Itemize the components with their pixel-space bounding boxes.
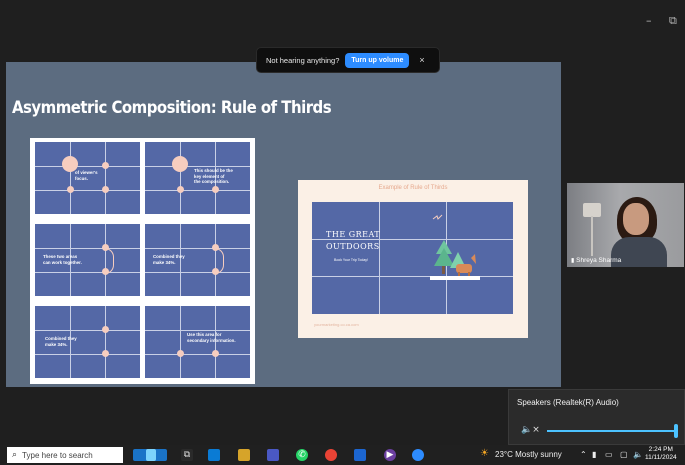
task-view-icon[interactable] xyxy=(146,449,156,461)
close-icon[interactable]: × xyxy=(419,55,424,65)
focus-point xyxy=(172,156,188,172)
panel-text: This should be the key element of the co… xyxy=(194,168,233,184)
taskbar-clock[interactable]: 2:24 PM 11/11/2024 xyxy=(645,446,677,462)
poster-headline-1: THE GREAT xyxy=(326,230,381,239)
panel-text: of viewer's focus. xyxy=(75,170,98,181)
participant-face xyxy=(623,203,649,235)
outlook-icon[interactable] xyxy=(354,449,366,461)
panel-text: These two areas can work together. xyxy=(43,254,82,265)
example-footer: yourmarketing.co.ca.com xyxy=(314,322,359,327)
bar-signal-icon: ▮ xyxy=(571,258,575,264)
display-icon[interactable]: ▢ xyxy=(620,450,628,459)
lamp-shape xyxy=(583,203,601,217)
weather-icon: ☀ xyxy=(480,448,489,459)
taskbar-search-box[interactable]: ⌕ Type here to search xyxy=(7,447,123,463)
minimize-button[interactable]: – xyxy=(646,14,652,27)
audio-notification-banner: Not hearing anything? Turn up volume × xyxy=(256,47,440,73)
example-caption: Example of Rule of Thirds xyxy=(378,185,448,191)
tree-deer-illustration xyxy=(430,240,480,280)
search-placeholder: Type here to search xyxy=(22,450,93,460)
tray-overflow-icon[interactable]: ⌃ xyxy=(580,450,587,459)
participant-video-tile[interactable]: ▮ Shreya Sharma xyxy=(567,183,684,267)
thirds-panel-6: Use this area for secondary information. xyxy=(145,306,250,378)
thirds-panel-2: This should be the key element of the co… xyxy=(145,142,250,214)
media-player-icon[interactable]: ▶ xyxy=(384,449,396,461)
battery-icon[interactable]: ▭ xyxy=(605,450,613,459)
speakers-label: Speakers (Realtek(R) Audio) xyxy=(517,398,619,407)
banner-message: Not hearing anything? xyxy=(266,55,340,65)
search-icon: ⌕ xyxy=(12,450,18,460)
volume-slider-track[interactable] xyxy=(547,430,677,432)
store-icon[interactable] xyxy=(208,449,220,461)
file-explorer-icon[interactable] xyxy=(238,449,250,461)
participant-name-text: Shreya Sharma xyxy=(576,257,622,264)
speaker-mute-icon[interactable]: 🔈× xyxy=(521,425,540,435)
restore-button[interactable]: ⧉ xyxy=(669,14,677,28)
whatsapp-icon[interactable]: ✆ xyxy=(296,449,308,461)
zoom-meeting-window: – ⧉ Asymmetric Composition: Rule of Thir… xyxy=(0,0,685,465)
speakers-volume-flyout: Speakers (Realtek(R) Audio) 🔈× xyxy=(508,389,685,445)
panel-text: Combined they make 34%. xyxy=(153,254,185,265)
thirds-panel-1: of viewer's focus. xyxy=(35,142,140,214)
poster-subline: Book Your Trip Today! xyxy=(334,258,368,262)
zoom-icon[interactable] xyxy=(412,449,424,461)
thirds-panel-3: These two areas can work together. xyxy=(35,224,140,296)
clock-time: 2:24 PM xyxy=(648,446,673,453)
participant-name: ▮ Shreya Sharma xyxy=(571,257,621,264)
windows-taskbar: ⌕ Type here to search ⧉ ✆ ▶ ☀ 23°C Mostl… xyxy=(0,445,685,465)
panel-text: Use this area for secondary information. xyxy=(187,332,236,343)
clock-date: 11/11/2024 xyxy=(645,454,677,461)
panel-text: Combined they make 34%. xyxy=(45,336,77,347)
volume-icon[interactable]: 🔈 xyxy=(633,450,643,459)
shared-screen-slide: Asymmetric Composition: Rule of Thirds o… xyxy=(6,62,561,387)
task-switch-icon[interactable]: ⧉ xyxy=(181,449,193,461)
turn-up-volume-button[interactable]: Turn up volume xyxy=(345,52,410,68)
poster-headline-2: OUTDOORS xyxy=(326,242,380,251)
chrome-icon[interactable] xyxy=(325,449,337,461)
example-poster-card: Example of Rule of Thirds THE GREAT OUTD… xyxy=(298,180,528,338)
weather-text[interactable]: 23°C Mostly sunny xyxy=(495,450,562,459)
teams-icon[interactable] xyxy=(267,449,279,461)
example-poster: THE GREAT OUTDOORS Book Your Trip Today! xyxy=(312,202,513,314)
rule-of-thirds-grid: of viewer's focus. This should be the ke… xyxy=(30,138,255,384)
thirds-panel-4: Combined they make 34%. xyxy=(145,224,250,296)
bird-icon xyxy=(432,214,443,220)
network-icon[interactable]: ▮ xyxy=(592,450,596,459)
volume-slider-thumb[interactable] xyxy=(674,424,678,438)
thirds-panel-5: Combined they make 34%. xyxy=(35,306,140,378)
slide-title: Asymmetric Composition: Rule of Thirds xyxy=(12,98,332,118)
